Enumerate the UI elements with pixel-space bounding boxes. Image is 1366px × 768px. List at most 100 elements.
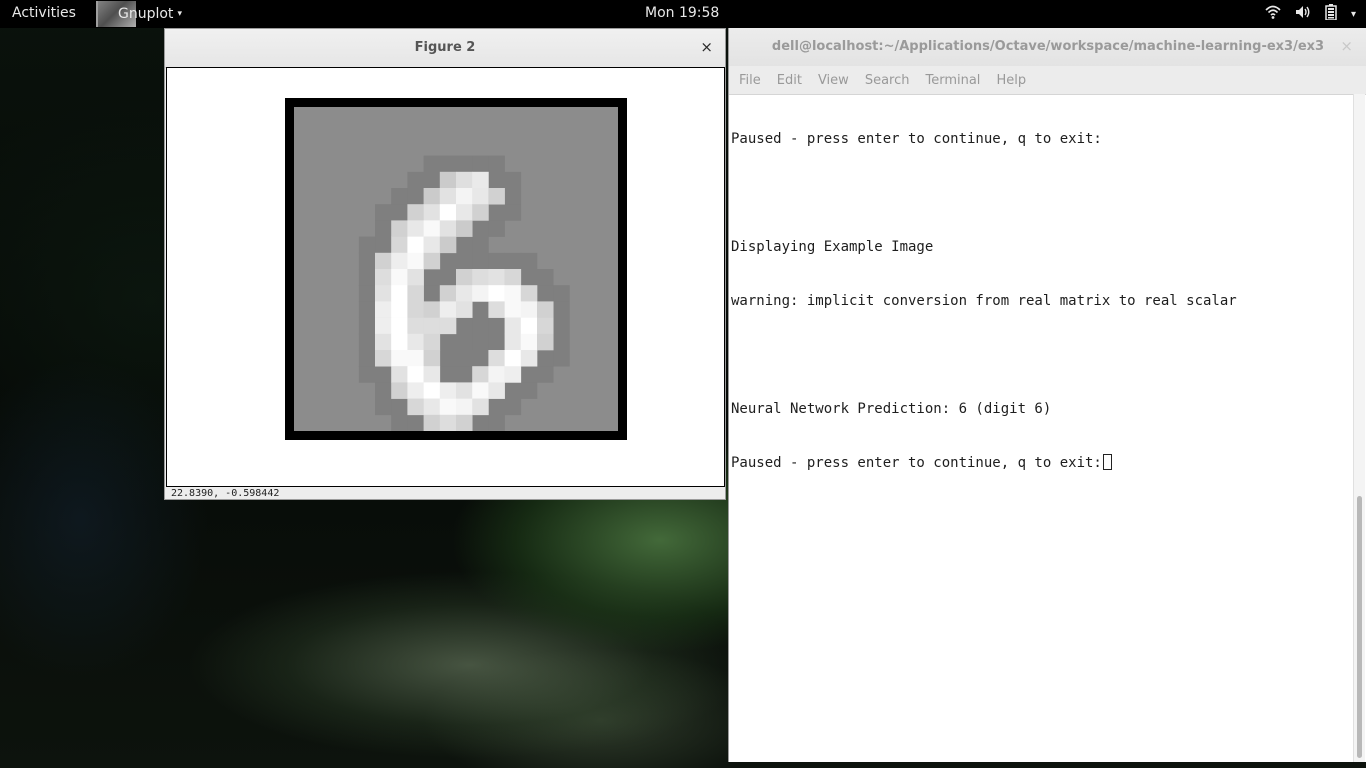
digit-pixel — [391, 188, 408, 205]
digit-pixel — [375, 333, 392, 351]
digit-pixel — [472, 301, 489, 318]
digit-pixel — [439, 350, 457, 367]
digit-pixel — [472, 252, 489, 270]
digit-pixel — [439, 220, 457, 237]
digit-pixel — [520, 350, 538, 367]
digit-pixel — [375, 350, 392, 367]
digit-pixel — [423, 350, 441, 367]
digit-pixel — [407, 301, 424, 318]
close-icon[interactable]: × — [700, 38, 713, 56]
digit-pixel — [472, 236, 489, 254]
digit-pixel — [488, 301, 505, 318]
digit-pixel — [553, 333, 570, 351]
digit-pixel — [456, 269, 473, 286]
scrollbar-thumb[interactable] — [1357, 496, 1362, 758]
digit-pixel — [439, 269, 457, 286]
wifi-icon[interactable] — [1265, 4, 1281, 24]
activities-button[interactable]: Activities — [12, 5, 76, 21]
digit-pixel — [375, 301, 392, 318]
digit-pixel — [504, 350, 522, 367]
battery-icon[interactable] — [1325, 4, 1337, 24]
digit-pixel — [407, 317, 424, 335]
digit-pixel — [472, 155, 489, 173]
digit-pixel — [439, 188, 457, 205]
digit-pixel — [504, 398, 522, 416]
digit-pixel — [407, 252, 424, 270]
terminal-scrollbar[interactable] — [1353, 94, 1365, 762]
digit-pixel — [375, 382, 392, 399]
top-bar: Activities Gnuplot ▾ Mon 19:58 ▾ — [0, 0, 1366, 28]
menu-view[interactable]: View — [816, 73, 851, 88]
figure-window: Figure 2 × 22.8390, -0.598442 — [164, 28, 726, 500]
digit-pixel — [407, 414, 424, 431]
digit-pixel — [407, 269, 424, 286]
digit-pixel — [423, 317, 441, 335]
digit-pixel — [472, 285, 489, 302]
digit-pixel — [520, 269, 538, 286]
digit-pixel — [439, 204, 457, 221]
digit-pixel — [456, 301, 473, 318]
figure-titlebar[interactable]: Figure 2 × — [165, 29, 725, 68]
digit-pixel — [537, 317, 554, 335]
digit-pixel — [472, 269, 489, 286]
digit-pixel — [520, 317, 538, 335]
terminal-titlebar[interactable]: dell@localhost:~/Applications/Octave/wor… — [729, 28, 1366, 66]
dropdown-arrow-icon: ▾ — [177, 9, 182, 19]
digit-pixel — [488, 350, 505, 367]
digit-pixel — [472, 171, 489, 189]
volume-icon[interactable] — [1295, 4, 1311, 24]
menu-edit[interactable]: Edit — [775, 73, 804, 88]
digit-pixel — [358, 333, 376, 351]
system-menu-arrow-icon[interactable]: ▾ — [1351, 9, 1356, 20]
digit-pixel — [423, 252, 441, 270]
digit-pixel — [456, 204, 473, 221]
menu-terminal[interactable]: Terminal — [923, 73, 982, 88]
digit-pixel — [423, 398, 441, 416]
menu-search[interactable]: Search — [863, 73, 912, 88]
close-icon[interactable]: × — [1340, 37, 1353, 55]
digit-pixel — [391, 414, 408, 431]
digit-pixel — [423, 366, 441, 383]
digit-pixel — [537, 366, 554, 383]
app-menu[interactable]: Gnuplot ▾ — [96, 0, 182, 28]
digit-pixel — [456, 317, 473, 335]
digit-pixel — [391, 220, 408, 237]
digit-pixel — [439, 285, 457, 302]
digit-pixel — [488, 252, 505, 270]
digit-pixel — [504, 301, 522, 318]
digit-pixel — [407, 236, 424, 254]
digit-pixel — [391, 333, 408, 351]
digit-pixel — [358, 350, 376, 367]
digit-pixel — [391, 269, 408, 286]
digit-pixel — [358, 269, 376, 286]
digit-pixel — [537, 333, 554, 351]
digit-pixel — [407, 333, 424, 351]
app-menu-label: Gnuplot — [118, 6, 174, 22]
menu-file[interactable]: File — [737, 73, 763, 88]
digit-pixel — [456, 155, 473, 173]
digit-pixel — [391, 252, 408, 270]
digit-pixel — [472, 414, 489, 431]
system-tray[interactable]: ▾ — [1265, 4, 1356, 24]
digit-pixel — [439, 236, 457, 254]
digit-pixel — [504, 171, 522, 189]
digit-pixel — [407, 171, 424, 189]
digit-pixel — [472, 188, 489, 205]
digit-pixel — [488, 285, 505, 302]
digit-pixel — [439, 301, 457, 318]
digit-pixel — [407, 366, 424, 383]
plot-canvas[interactable] — [166, 67, 725, 487]
digit-pixel — [423, 414, 441, 431]
digit-pixel — [520, 382, 538, 399]
menu-help[interactable]: Help — [994, 73, 1028, 88]
digit-pixel — [553, 301, 570, 318]
digit-pixel — [520, 301, 538, 318]
digit-pixel — [488, 204, 505, 221]
text-cursor — [1102, 454, 1112, 470]
digit-pixel — [439, 366, 457, 383]
digit-pixel — [520, 252, 538, 270]
digit-pixel — [423, 171, 441, 189]
digit-pixel — [407, 398, 424, 416]
terminal-output[interactable]: Paused - press enter to continue, q to e… — [731, 94, 1351, 754]
clock[interactable]: Mon 19:58 — [645, 5, 719, 21]
